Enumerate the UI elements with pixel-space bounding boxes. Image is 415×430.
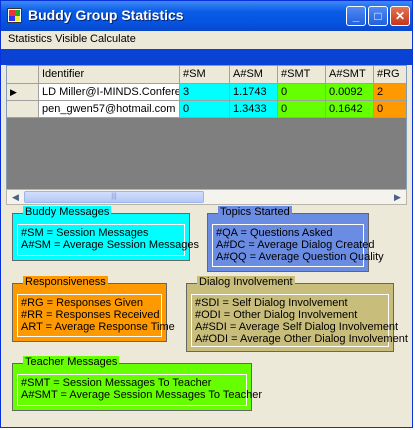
scroll-thumb[interactable]: |||	[24, 191, 204, 203]
column-header-identifier[interactable]: Identifier	[39, 66, 180, 84]
menu-bar: Statistics Visible Calculate	[1, 31, 412, 49]
legend-line: A#SMT = Average Session Messages To Teac…	[21, 389, 263, 401]
legend-title: Buddy Messages	[23, 206, 112, 218]
toolbar-strip	[1, 49, 412, 65]
cell-sm[interactable]: 0	[180, 101, 230, 118]
legend-body: #SMT = Session Messages To Teacher A#SMT…	[17, 374, 263, 406]
legend-title: Dialog Involvement	[197, 276, 295, 288]
legend-title: Responsiveness	[23, 276, 108, 288]
grid-corner-header	[7, 66, 39, 84]
legend-line: A#SDI = Average Self Dialog Involvement	[195, 321, 399, 333]
legend-line: #RR = Responses Received	[21, 309, 160, 321]
legend-title: Teacher Messages	[23, 356, 120, 368]
legend-responsiveness: Responsiveness #RG = Responses Given #RR…	[12, 276, 175, 342]
column-header-rg[interactable]: #RG	[374, 66, 406, 84]
cell-asmt[interactable]: 0.1642	[326, 101, 374, 118]
close-button[interactable]: ✕	[390, 6, 410, 26]
legend-line: A#QQ = Average Question Quality	[216, 251, 384, 263]
cell-asm[interactable]: 1.1743	[230, 84, 278, 101]
cell-identifier[interactable]: pen_gwen57@hotmail.com	[39, 101, 180, 118]
cell-sm[interactable]: 3	[180, 84, 230, 101]
cell-smt[interactable]: 0	[278, 101, 326, 118]
statistics-grid[interactable]: Identifier #SM A#SM #SMT A#SMT #RG ▶ LD …	[6, 65, 407, 203]
row-header-selected[interactable]: ▶	[7, 84, 39, 101]
legend-line: #SDI = Self Dialog Involvement	[195, 297, 348, 309]
menu-statistics-visible[interactable]: Statistics Visible	[8, 33, 87, 45]
legend-line: A#DC = Average Dialog Created	[216, 239, 375, 251]
legend-topics-started: Topics Started #QA = Questions Asked A#D…	[207, 206, 384, 272]
legend-dialog-involvement: Dialog Involvement #SDI = Self Dialog In…	[186, 276, 408, 352]
legend-buddy-messages: Buddy Messages #SM = Session Messages A#…	[12, 206, 200, 261]
row-header[interactable]	[7, 101, 39, 118]
title-bar[interactable]: Buddy Group Statistics _ □ ✕	[1, 1, 412, 31]
column-header-asm[interactable]: A#SM	[230, 66, 278, 84]
legend-body: #SM = Session Messages A#SM = Average Se…	[17, 224, 200, 256]
cell-rg[interactable]: 0	[374, 101, 406, 118]
app-icon	[7, 8, 22, 23]
legend-line: ART = Average Response Time	[21, 321, 175, 333]
column-header-asmt[interactable]: A#SMT	[326, 66, 374, 84]
cell-smt[interactable]: 0	[278, 84, 326, 101]
cell-asm[interactable]: 1.3433	[230, 101, 278, 118]
legend-body: #QA = Questions Asked A#DC = Average Dia…	[212, 224, 384, 267]
legend-title: Topics Started	[218, 206, 292, 218]
minimize-button[interactable]: _	[346, 6, 366, 26]
main-window: Buddy Group Statistics _ □ ✕ Statistics …	[0, 0, 413, 428]
scroll-left-icon[interactable]: ◀	[8, 190, 23, 204]
scroll-right-icon[interactable]: ▶	[390, 190, 405, 204]
menu-calculate[interactable]: Calculate	[90, 33, 136, 45]
legend-body: #SDI = Self Dialog Involvement #ODI = Ot…	[191, 294, 408, 347]
cell-asmt[interactable]: 0.0092	[326, 84, 374, 101]
legend-line: #RG = Responses Given	[21, 297, 143, 309]
legend-line: #SM = Session Messages	[21, 227, 149, 239]
legend-line: #ODI = Other Dialog Involvement	[195, 309, 358, 321]
legend-line: #SMT = Session Messages To Teacher	[21, 377, 212, 389]
legend-line: A#ODI = Average Other Dialog Involvement	[195, 333, 408, 345]
column-header-sm[interactable]: #SM	[180, 66, 230, 84]
legend-line: #QA = Questions Asked	[216, 227, 333, 239]
maximize-button[interactable]: □	[368, 6, 388, 26]
legend-body: #RG = Responses Given #RR = Responses Re…	[17, 294, 175, 337]
legend-teacher-messages: Teacher Messages #SMT = Session Messages…	[12, 356, 263, 411]
cell-identifier[interactable]: LD Miller@I-MINDS.Confere	[39, 84, 180, 101]
horizontal-scrollbar[interactable]: ◀ ||| ▶	[6, 189, 407, 205]
legend-line: A#SM = Average Session Messages	[21, 239, 200, 251]
window-title: Buddy Group Statistics	[28, 7, 184, 23]
column-header-smt[interactable]: #SMT	[278, 66, 326, 84]
cell-rg[interactable]: 2	[374, 84, 406, 101]
